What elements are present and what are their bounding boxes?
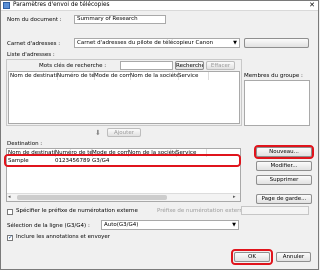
selected-row-highlight	[4, 154, 241, 167]
scroll-left-icon[interactable]: ◂	[8, 194, 11, 201]
clear-button[interactable]: Effacer	[206, 61, 235, 70]
address-col-service[interactable]: Service	[177, 72, 209, 80]
search-keywords-label: Mots clés de recherche :	[39, 63, 107, 69]
cancel-button[interactable]: Annuler	[276, 252, 311, 262]
address-book-extra-button[interactable]	[244, 38, 309, 48]
window-title: Paramètres d'envoi de télécopies	[13, 2, 110, 8]
annotations-label: Inclure les annotations et envoyer	[16, 234, 111, 240]
prefix-field-label: Préfixe de numérotation externe :	[157, 208, 250, 214]
prefix-input[interactable]	[241, 206, 309, 215]
add-button[interactable]: Ajouter	[107, 128, 141, 137]
chevron-down-icon: ▼	[232, 222, 236, 228]
address-list-label: Liste d'adresses :	[7, 52, 55, 58]
doc-name-label: Nom du document :	[7, 17, 62, 23]
fax-window-icon	[3, 2, 10, 9]
address-col-company[interactable]: Nom de la société	[129, 72, 179, 80]
doc-name-field[interactable]: Summary of Research	[74, 15, 166, 24]
horizontal-scrollbar[interactable]: ◂ ▸	[7, 193, 240, 201]
line-selection-value: Auto(G3/G4)	[104, 222, 139, 228]
search-button[interactable]: Rechercher	[175, 61, 204, 70]
cover-page-button[interactable]: Page de garde...	[256, 194, 312, 204]
destination-label: Destination :	[7, 141, 43, 147]
ok-button-highlight	[231, 249, 273, 265]
scrollbar-thumb[interactable]	[17, 195, 167, 200]
group-members-label: Membres du groupe :	[244, 73, 303, 79]
address-book-value: Carnet d'adresses du pilote de télécopie…	[77, 40, 214, 46]
address-list-table[interactable]: Nom de destination Numéro de téléco... M…	[8, 71, 240, 124]
chevron-down-icon: ▼	[233, 40, 237, 46]
delete-button[interactable]: Supprimer	[256, 175, 312, 185]
new-button-highlight	[254, 145, 314, 159]
group-members-list[interactable]	[244, 80, 310, 126]
close-icon[interactable]: ✕	[307, 0, 317, 10]
prefix-checkbox-label: Spécifier le préfixe de numérotation ext…	[16, 208, 138, 214]
line-selection-select[interactable]: Auto(G3/G4) ▼	[101, 220, 239, 230]
modify-button[interactable]: Modifier...	[256, 161, 312, 171]
address-book-select[interactable]: Carnet d'adresses du pilote de télécopie…	[74, 38, 240, 48]
annotations-checkbox[interactable]	[7, 234, 13, 241]
prefix-checkbox[interactable]	[7, 209, 13, 215]
address-col-name[interactable]: Nom de destination	[9, 72, 58, 80]
scroll-right-icon[interactable]: ▸	[233, 194, 236, 201]
address-book-label: Carnet d'adresses :	[7, 41, 61, 47]
address-col-mode[interactable]: Mode de commu...	[93, 72, 131, 80]
line-selection-label: Sélection de la ligne (G3/G4) :	[7, 223, 90, 229]
search-input[interactable]	[120, 61, 173, 70]
down-arrow-icon: ⬇	[95, 129, 101, 137]
address-col-number[interactable]: Numéro de téléco...	[56, 72, 95, 80]
